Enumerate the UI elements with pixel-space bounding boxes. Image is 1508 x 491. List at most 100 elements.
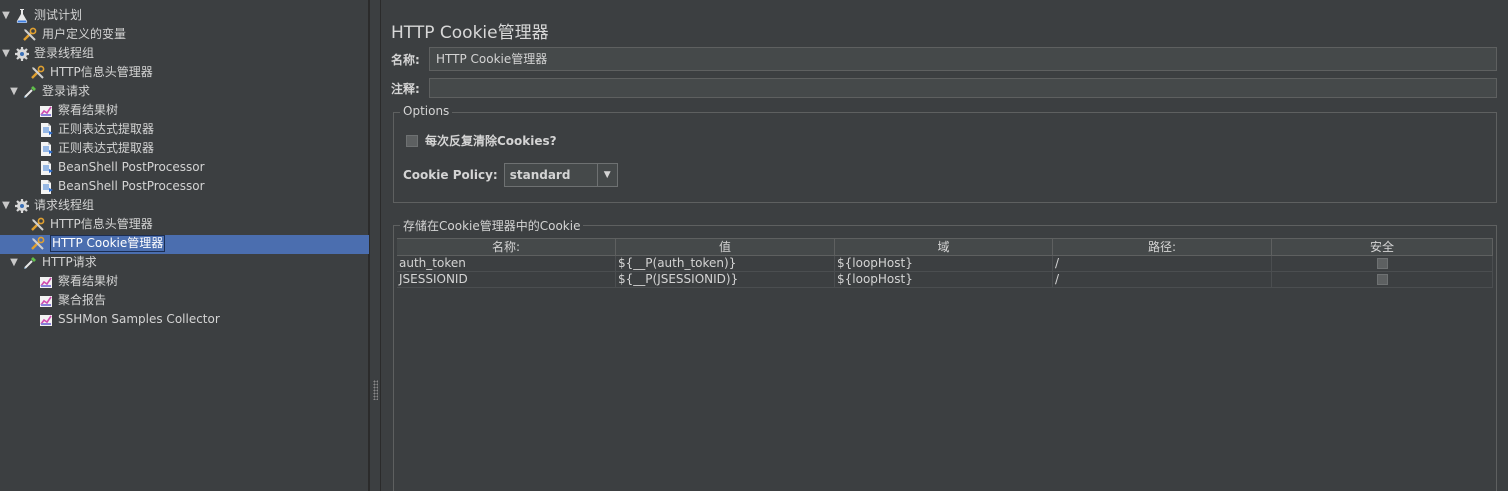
tree-node[interactable]: ▼ 登录请求 bbox=[8, 82, 90, 101]
cookie-policy-label: Cookie Policy: bbox=[403, 168, 498, 182]
tree-node[interactable]: BeanShell PostProcessor bbox=[36, 177, 205, 196]
chart-icon bbox=[38, 293, 54, 309]
flask-icon bbox=[14, 8, 30, 24]
column-header-domain[interactable]: 域 bbox=[835, 238, 1053, 256]
cookie-manager-panel: HTTP Cookie管理器 名称: HTTP Cookie管理器 注释: Op… bbox=[382, 0, 1508, 491]
name-field[interactable]: HTTP Cookie管理器 bbox=[429, 47, 1497, 71]
expand-toggle-icon[interactable]: ▼ bbox=[8, 253, 20, 272]
splitter-grip-icon[interactable] bbox=[373, 380, 378, 400]
column-header-value[interactable]: 值 bbox=[616, 238, 835, 256]
tree-node[interactable]: ▼ 登录线程组 bbox=[0, 44, 94, 63]
tree-node[interactable]: 察看结果树 bbox=[36, 101, 118, 120]
clear-cookies-checkbox[interactable]: 每次反复清除Cookies? bbox=[406, 132, 557, 149]
tree-node-label: 聚合报告 bbox=[58, 293, 107, 307]
document-icon bbox=[38, 141, 54, 157]
tree-node[interactable]: BeanShell PostProcessor bbox=[36, 158, 205, 177]
column-header-secure[interactable]: 安全 bbox=[1272, 238, 1493, 256]
tree-node-label: 正则表达式提取器 bbox=[58, 122, 155, 136]
tree-node-label: HTTP信息头管理器 bbox=[50, 217, 153, 231]
wrench-icon bbox=[22, 27, 38, 43]
cookie-domain-cell[interactable]: ${loopHost} bbox=[835, 272, 1053, 287]
wrench-icon bbox=[30, 65, 46, 81]
comment-field[interactable] bbox=[429, 78, 1497, 98]
cookie-policy-select[interactable]: standard ▼ bbox=[503, 163, 618, 187]
tree-node[interactable]: HTTP信息头管理器 bbox=[16, 63, 153, 82]
clear-cookies-label: 每次反复清除Cookies? bbox=[425, 134, 557, 148]
tree-node-label: HTTP Cookie管理器 bbox=[50, 235, 166, 252]
expand-toggle-icon[interactable]: ▼ bbox=[0, 196, 12, 215]
tree-node-label: 测试计划 bbox=[34, 8, 83, 22]
cookie-secure-cell[interactable] bbox=[1272, 256, 1493, 271]
cookies-table[interactable]: 名称: 值 域 路径: 安全 auth_token ${__P(auth_tok… bbox=[397, 238, 1493, 491]
wrench-icon bbox=[30, 236, 46, 252]
checkbox-box[interactable] bbox=[406, 134, 418, 147]
cookie-name-cell[interactable]: auth_token bbox=[397, 256, 616, 271]
tree-node-label: 察看结果树 bbox=[58, 103, 119, 117]
tree-node[interactable]: ▼ 请求线程组 bbox=[0, 196, 94, 215]
tree-node[interactable]: HTTP Cookie管理器 bbox=[16, 234, 166, 253]
stored-cookies-group: 存储在Cookie管理器中的Cookie 名称: 值 域 路径: 安全 auth… bbox=[393, 217, 1497, 491]
tree-node[interactable]: SSHMon Samples Collector bbox=[36, 310, 220, 329]
table-row[interactable]: JSESSIONID ${__P(JSESSIONID)} ${loopHost… bbox=[397, 272, 1493, 288]
cookie-value-cell[interactable]: ${__P(JSESSIONID)} bbox=[616, 272, 835, 287]
column-header-path[interactable]: 路径: bbox=[1053, 238, 1272, 256]
tree-node[interactable]: 察看结果树 bbox=[36, 272, 118, 291]
tree-node-label: BeanShell PostProcessor bbox=[58, 179, 205, 193]
tree-node[interactable]: HTTP信息头管理器 bbox=[16, 215, 153, 234]
pane-splitter[interactable] bbox=[369, 0, 381, 491]
pipette-icon bbox=[22, 84, 38, 100]
wrench-icon bbox=[30, 217, 46, 233]
tree-node-label: HTTP请求 bbox=[42, 255, 97, 269]
cookie-path-cell[interactable]: / bbox=[1053, 272, 1272, 287]
expand-toggle-icon[interactable]: ▼ bbox=[0, 6, 12, 25]
table-header: 名称: 值 域 路径: 安全 bbox=[397, 238, 1493, 256]
tree-node-label: 正则表达式提取器 bbox=[58, 141, 155, 155]
tree-node-label: 请求线程组 bbox=[34, 198, 95, 212]
gear-icon bbox=[14, 198, 30, 214]
options-title: Options bbox=[400, 104, 453, 118]
tree-node-label: SSHMon Samples Collector bbox=[58, 312, 220, 326]
pipette-icon bbox=[22, 255, 38, 271]
page-title: HTTP Cookie管理器 bbox=[391, 23, 549, 43]
tree-node-label: HTTP信息头管理器 bbox=[50, 65, 153, 79]
document-icon bbox=[38, 122, 54, 138]
tree-node[interactable]: 正则表达式提取器 bbox=[36, 120, 154, 139]
cookie-policy-value: standard bbox=[509, 168, 571, 182]
tree-node-label: BeanShell PostProcessor bbox=[58, 160, 205, 174]
document-icon bbox=[38, 160, 54, 176]
gear-icon bbox=[14, 46, 30, 62]
expand-toggle-icon[interactable]: ▼ bbox=[0, 44, 12, 63]
options-group: Options 每次反复清除Cookies? Cookie Policy: st… bbox=[393, 104, 1497, 203]
tree-node-label: 察看结果树 bbox=[58, 274, 119, 288]
secure-checkbox[interactable] bbox=[1376, 258, 1388, 269]
tree-node[interactable]: 用户定义的变量 bbox=[8, 25, 126, 44]
comment-label: 注释: bbox=[391, 81, 420, 96]
chart-icon bbox=[38, 274, 54, 290]
table-row[interactable]: auth_token ${__P(auth_token)} ${loopHost… bbox=[397, 256, 1493, 272]
cookie-domain-cell[interactable]: ${loopHost} bbox=[835, 256, 1053, 271]
secure-checkbox[interactable] bbox=[1376, 274, 1388, 285]
cookie-secure-cell[interactable] bbox=[1272, 272, 1493, 287]
tree-node-label: 登录请求 bbox=[42, 84, 91, 98]
chart-icon bbox=[38, 103, 54, 119]
comment-row: 注释: bbox=[391, 76, 1497, 100]
cookie-policy-row: Cookie Policy: standard ▼ bbox=[403, 163, 618, 187]
name-row: 名称: HTTP Cookie管理器 bbox=[391, 47, 1497, 71]
chart-icon bbox=[38, 312, 54, 328]
cookie-value-cell[interactable]: ${__P(auth_token)} bbox=[616, 256, 835, 271]
tree-node[interactable]: ▼ HTTP请求 bbox=[8, 253, 97, 272]
expand-toggle-icon[interactable]: ▼ bbox=[8, 82, 20, 101]
cookie-name-cell[interactable]: JSESSIONID bbox=[397, 272, 616, 287]
test-plan-tree[interactable]: ▼ 测试计划 用户定义的变量 ▼ 登录线程组 HTTP信息头管理器 ▼ 登录请求 察看结果树 正则… bbox=[0, 0, 369, 491]
tree-node-label: 用户定义的变量 bbox=[42, 27, 127, 41]
tree-node[interactable]: 正则表达式提取器 bbox=[36, 139, 154, 158]
column-header-name[interactable]: 名称: bbox=[397, 238, 616, 256]
chevron-down-icon[interactable]: ▼ bbox=[596, 164, 617, 186]
stored-cookies-title: 存储在Cookie管理器中的Cookie bbox=[400, 217, 584, 234]
document-icon bbox=[38, 179, 54, 195]
tree-node[interactable]: ▼ 测试计划 bbox=[0, 6, 82, 25]
name-label: 名称: bbox=[391, 52, 420, 67]
tree-node-label: 登录线程组 bbox=[34, 46, 95, 60]
tree-node[interactable]: 聚合报告 bbox=[36, 291, 106, 310]
cookie-path-cell[interactable]: / bbox=[1053, 256, 1272, 271]
